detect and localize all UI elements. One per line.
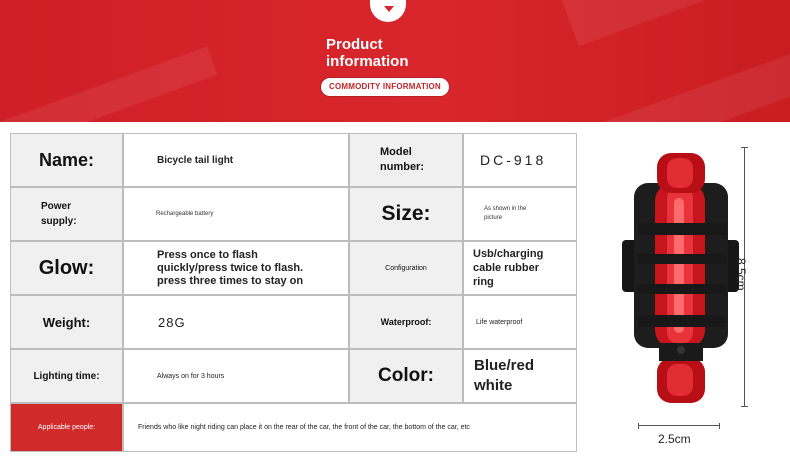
waterproof-value: Life waterproof [463,295,577,349]
color-value: Blue/red white [463,349,577,403]
glow-label: Glow: [10,241,123,295]
model-value: DC-918 [463,133,577,187]
width-dimension-label: 2.5cm [658,432,691,446]
power-value: Rechargeable battery [123,187,349,241]
waterproof-label: Waterproof: [349,295,463,349]
width-dimension-line [638,423,720,429]
config-value: Usb/charging cable rubber ring [463,241,577,295]
weight-label: Weight: [10,295,123,349]
power-label: Power supply: [10,187,123,241]
glow-value: Press once to flash quickly/press twice … [123,241,349,295]
name-value: Bicycle tail light [123,133,349,187]
spec-table: Name: Bicycle tail light Model number: D… [10,133,577,452]
commodity-info-badge: COMMODITY INFORMATION [321,78,449,96]
applicable-people-label: Applicable people: [10,403,123,452]
applicable-people-value: Friends who like night riding can place … [123,403,577,452]
tail-light-image [622,153,739,403]
weight-value: 28G [123,295,349,349]
color-label: Color: [349,349,463,403]
size-label: Size: [349,187,463,241]
config-label: Configuration [349,241,463,295]
banner-decoration [558,0,790,47]
height-dimension-label: 8.5cm [734,258,748,291]
lighting-time-value: Always on for 3 hours [123,349,349,403]
lighting-time-label: Lighting time: [10,349,123,403]
chevron-down-icon [370,0,406,22]
banner-decoration [602,19,790,122]
model-label: Model number: [349,133,463,187]
name-label: Name: [10,133,123,187]
size-value: As shown in the picture [463,187,577,241]
header-banner: Product information COMMODITY INFORMATIO… [0,0,790,122]
section-title: Product information [326,36,409,70]
banner-decoration [0,46,218,122]
